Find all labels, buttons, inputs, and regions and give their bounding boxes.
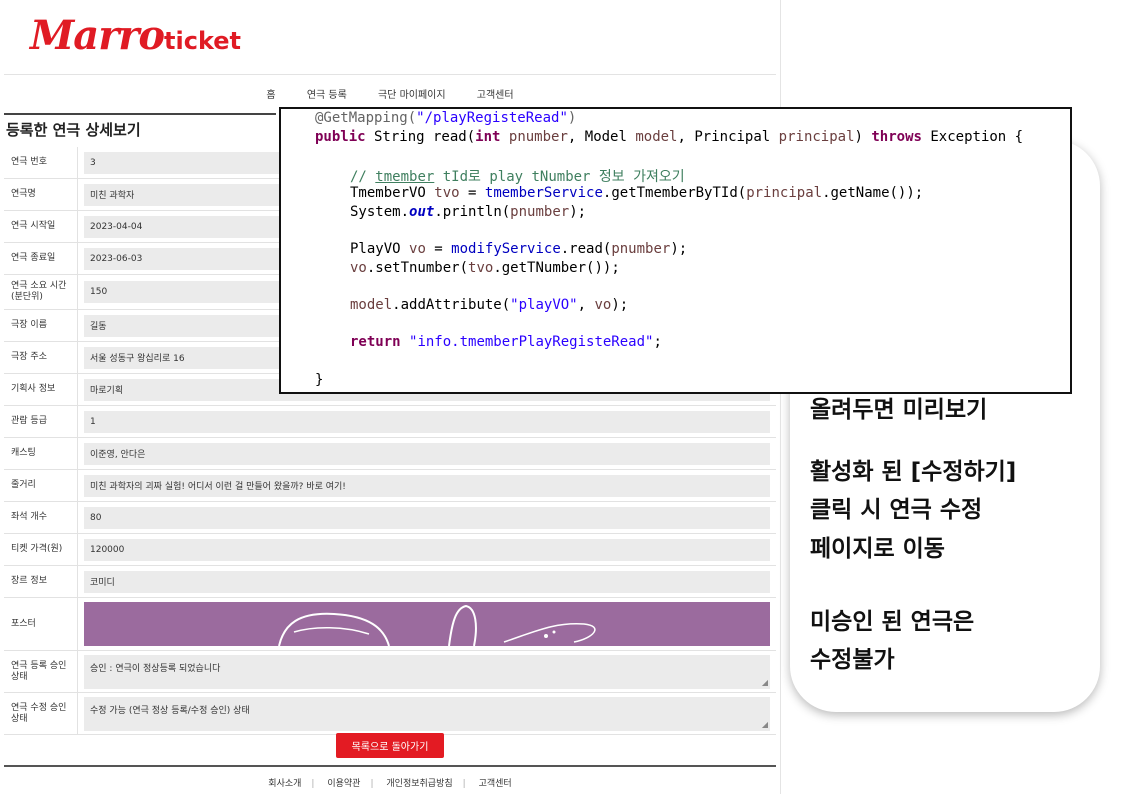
code-line-settnumber: vo.setTnumber(tvo.getTNumber()); (350, 260, 620, 276)
note-line-2: 활성화 된 [수정하기] (810, 459, 1017, 485)
code-line-close: } (315, 372, 324, 388)
code-mapping-string: "/playRegisteRead" (416, 110, 568, 126)
code-line-playvo: PlayVO vo = modifyService.read(pnumber); (350, 241, 688, 257)
row-label: 연극명 (4, 179, 78, 210)
seat-count-field: 80 (84, 506, 770, 529)
page-title: 등록한 연극 상세보기 (6, 121, 141, 139)
table-row: 티켓 가격(원) 120000 (4, 534, 776, 566)
synopsis-field: 미친 과학자의 괴짜 실험! 어디서 이런 걸 만들어 왔을까? 바로 여기! (84, 474, 770, 497)
modify-approval-text: 수정 가능 (연극 정상 등록/수정 승인) 상태 (90, 705, 250, 716)
footer-company[interactable]: 회사소개 (268, 779, 301, 789)
code-line-println: System.out.println(pnumber); (350, 204, 587, 220)
resize-grip-icon[interactable]: ◢ (762, 720, 768, 729)
row-label: 관람 등급 (4, 406, 78, 437)
header-divider (4, 74, 776, 75)
nav-troupe-mypage[interactable]: 극단 마이페이지 (378, 90, 446, 101)
row-label: 극장 이름 (4, 310, 78, 341)
note-line-1: 올려두면 미리보기 (810, 397, 988, 423)
logo-suffix: ticket (164, 27, 242, 55)
code-line-tvo: TmemberVO tvo = tmemberService.getTmembe… (350, 185, 924, 201)
code-line-addattribute: model.addAttribute("playVO", vo); (350, 297, 629, 313)
footer-divider (4, 765, 776, 767)
row-label: 줄거리 (4, 470, 78, 501)
code-line-comment: // tmember tId로 play tNumber 정보 가져오기 (350, 169, 685, 185)
rating-field: 1 (84, 410, 770, 433)
table-row: 연극 등록 승인 상태 승인 : 연극이 정상등록 되었습니다 ◢ (4, 651, 776, 693)
code-line-signature: public String read(int pnumber, Model mo… (315, 129, 1024, 145)
nav-customer-center[interactable]: 고객센터 (477, 90, 514, 101)
row-label: 캐스팅 (4, 438, 78, 469)
table-row: 줄거리 미친 과학자의 괴짜 실험! 어디서 이런 걸 만들어 왔을까? 바로 … (4, 470, 776, 502)
register-approval-textarea: 승인 : 연극이 정상등록 되었습니다 ◢ (84, 654, 770, 689)
row-label: 기획사 정보 (4, 374, 78, 405)
main-nav: 홈 연극 등록 극단 마이페이지 고객센터 (0, 86, 780, 101)
row-label: 연극 종료일 (4, 243, 78, 274)
note-line-5: 미승인 된 연극은 (810, 609, 975, 635)
footer-customer-center[interactable]: 고객센터 (479, 779, 512, 789)
row-label: 좌석 개수 (4, 502, 78, 533)
table-row: 장르 정보 코미디 (4, 566, 776, 598)
marro-ticket-logo[interactable]: Marroticket (30, 12, 241, 59)
row-label: 장르 정보 (4, 566, 78, 597)
table-row: 연극 수정 승인 상태 수정 가능 (연극 정상 등록/수정 승인) 상태 ◢ (4, 693, 776, 735)
table-row: 캐스팅 이준영, 안다은 (4, 438, 776, 470)
code-line-annotation: @GetMapping("/playRegisteRead") (315, 110, 577, 126)
back-to-list-button[interactable]: 목록으로 돌아가기 (336, 733, 444, 758)
poster-image (84, 602, 770, 646)
table-row: 포스터 (4, 598, 776, 651)
table-row: 관람 등급 1 (4, 406, 776, 438)
footer-terms[interactable]: 이용약관 (327, 779, 360, 789)
row-label: 포스터 (4, 598, 78, 650)
note-line-3: 클릭 시 연극 수정 (810, 497, 983, 523)
footer-privacy[interactable]: 개인정보취급방침 (386, 779, 452, 789)
row-label: 연극 등록 승인 상태 (4, 651, 78, 692)
row-label: 극장 주소 (4, 342, 78, 373)
code-snippet-overlay: @GetMapping("/playRegisteRead") public S… (279, 107, 1072, 394)
modify-approval-textarea: 수정 가능 (연극 정상 등록/수정 승인) 상태 ◢ (84, 696, 770, 731)
code-return-string: "info.tmemberPlayRegisteRead" (409, 334, 654, 350)
register-approval-text: 승인 : 연극이 정상등록 되었습니다 (90, 663, 221, 674)
genre-field: 코미디 (84, 570, 770, 593)
nav-play-register[interactable]: 연극 등록 (307, 90, 347, 101)
nav-home[interactable]: 홈 (266, 90, 275, 101)
ticket-price-field: 120000 (84, 538, 770, 561)
row-label: 티켓 가격(원) (4, 534, 78, 565)
table-row: 좌석 개수 80 (4, 502, 776, 534)
row-label: 연극 번호 (4, 147, 78, 178)
note-line-4: 페이지로 이동 (810, 536, 945, 562)
footer-links: 회사소개 | 이용약관 | 개인정보취급방침 | 고객센터 (268, 779, 512, 789)
note-line-6: 수정불가 (810, 647, 895, 673)
code-line-return: return "info.tmemberPlayRegisteRead"; (350, 334, 662, 350)
code-annotation: @GetMapping( (315, 110, 417, 126)
row-label: 연극 시작일 (4, 211, 78, 242)
casting-field: 이준영, 안다은 (84, 442, 770, 465)
title-rule (4, 113, 276, 115)
logo-script: Marro (30, 12, 165, 59)
row-label: 연극 소요 시간 (분단위) (4, 275, 78, 309)
row-label: 연극 수정 승인 상태 (4, 693, 78, 734)
resize-grip-icon[interactable]: ◢ (762, 678, 768, 687)
